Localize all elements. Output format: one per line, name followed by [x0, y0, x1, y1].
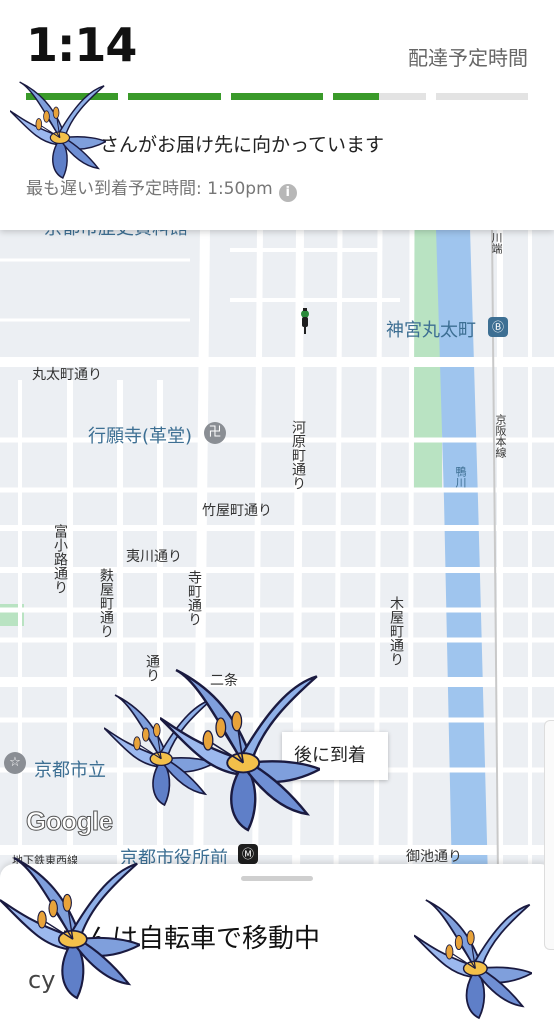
map-label-keihan-line: 京阪本線	[494, 414, 507, 458]
progress-segment	[435, 93, 528, 100]
temple-icon[interactable]: 卍	[204, 422, 226, 444]
bicycle-rider-icon[interactable]	[298, 308, 312, 334]
map-label-oike-dori: 御池通り	[406, 849, 462, 865]
map-label-marutamachi-dori: 丸太町通り	[32, 367, 102, 383]
progress-segment-fill	[128, 93, 221, 100]
map-label-gyoganji[interactable]: 行願寺(革堂)	[88, 422, 192, 448]
subway-icon[interactable]: Ⓜ	[238, 844, 258, 864]
map-label-kawaramachi-dori: 河原町通り	[290, 420, 306, 490]
map-label-fuyacho-dori: 麩屋町通り	[98, 568, 114, 638]
map-label-tominokoji-dori: 富小路通り	[52, 524, 68, 594]
map-label-kamogawa: 鴨川	[454, 466, 467, 488]
map-label-kiyamachi-dori: 木屋町通り	[388, 596, 404, 666]
lily-flower-icon	[414, 899, 532, 1019]
station-icon[interactable]: Ⓑ	[488, 317, 508, 337]
map-label-kyoto-city[interactable]: 京都市立	[34, 756, 106, 782]
scroll-indicator[interactable]	[544, 720, 554, 950]
map-label-kawabata: 川端	[490, 232, 503, 254]
google-logo: Google	[26, 806, 114, 837]
map-label-takeyamachi-dori: 竹屋町通り	[202, 503, 272, 519]
eta-label: 配達予定時間	[408, 46, 528, 70]
eta-time: 1:14	[26, 18, 137, 72]
map-label-sakaimachi-dori: 通り	[144, 654, 160, 682]
lily-flower-icon	[10, 81, 106, 179]
progress-segment-fill	[230, 93, 324, 100]
progress-segment-fill	[333, 93, 380, 100]
info-icon[interactable]: i	[278, 184, 297, 202]
map-label-jingu-marutamachi: 神宮丸太町	[386, 320, 476, 341]
lily-flower-icon	[160, 668, 320, 832]
sheet-drag-handle[interactable]	[241, 876, 313, 881]
delivery-status-text: さんがお届け先に向かっています	[100, 134, 385, 156]
map-label-ebisugawa-dori: 夷川通り	[126, 549, 182, 565]
lily-flower-icon	[0, 856, 140, 1000]
latest-arrival-label: 最も遅い到着予定時間: 1:50pm	[26, 179, 273, 199]
poi-star-icon[interactable]: ☆	[4, 752, 26, 774]
map-label-teramachi-dori: 寺町通り	[186, 570, 202, 626]
